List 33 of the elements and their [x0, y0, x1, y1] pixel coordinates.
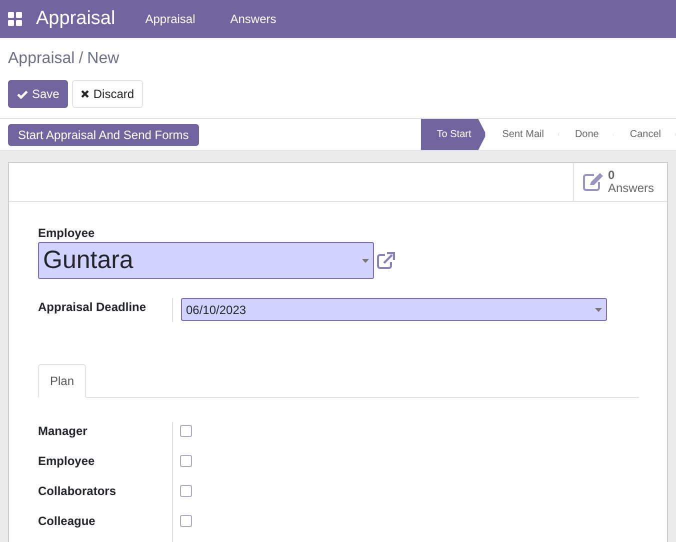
- menu-item[interactable]: Answers: [230, 12, 276, 26]
- date-field[interactable]: 06/10/2023: [181, 298, 607, 321]
- breadcrumb-link[interactable]: Appraisal: [8, 50, 75, 70]
- save-button[interactable]: Save: [8, 80, 68, 108]
- status-stage[interactable]: Sent Mail: [486, 119, 559, 150]
- caret-icon: [362, 258, 369, 262]
- field-label: Employee: [38, 452, 173, 482]
- field-label: Collaborators: [38, 482, 173, 512]
- status-stage[interactable]: To Start: [420, 119, 486, 150]
- start-appraisal-button[interactable]: Start Appraisal And Send Forms: [8, 124, 199, 146]
- breadcrumb-separator: /: [78, 50, 84, 69]
- menu-item[interactable]: Appraisal: [145, 12, 196, 26]
- field-label: Appraisal Deadline: [38, 298, 173, 322]
- employee-select[interactable]: Guntara: [38, 242, 374, 279]
- notebook-tab[interactable]: Plan: [38, 364, 86, 398]
- field-label: Manager: [38, 422, 173, 452]
- close-icon: [81, 90, 90, 98]
- checkbox[interactable]: [180, 485, 192, 497]
- field-label: Employee: [38, 226, 96, 240]
- breadcrumb-current: New: [87, 50, 120, 69]
- app-title[interactable]: Appraisal: [36, 8, 116, 30]
- external-link-icon[interactable]: [377, 252, 395, 269]
- status-stage[interactable]: Cancel: [614, 119, 676, 150]
- check-icon: [17, 90, 28, 98]
- apps-menu-icon[interactable]: [8, 12, 22, 26]
- checkbox[interactable]: [180, 425, 192, 437]
- status-stage[interactable]: Done: [558, 119, 614, 150]
- checkbox[interactable]: [180, 515, 192, 527]
- checkbox[interactable]: [180, 455, 192, 467]
- caret-icon: [595, 308, 602, 312]
- discard-button[interactable]: Discard: [72, 80, 144, 108]
- field-label: Colleague: [38, 512, 173, 542]
- edit-icon: [582, 172, 604, 192]
